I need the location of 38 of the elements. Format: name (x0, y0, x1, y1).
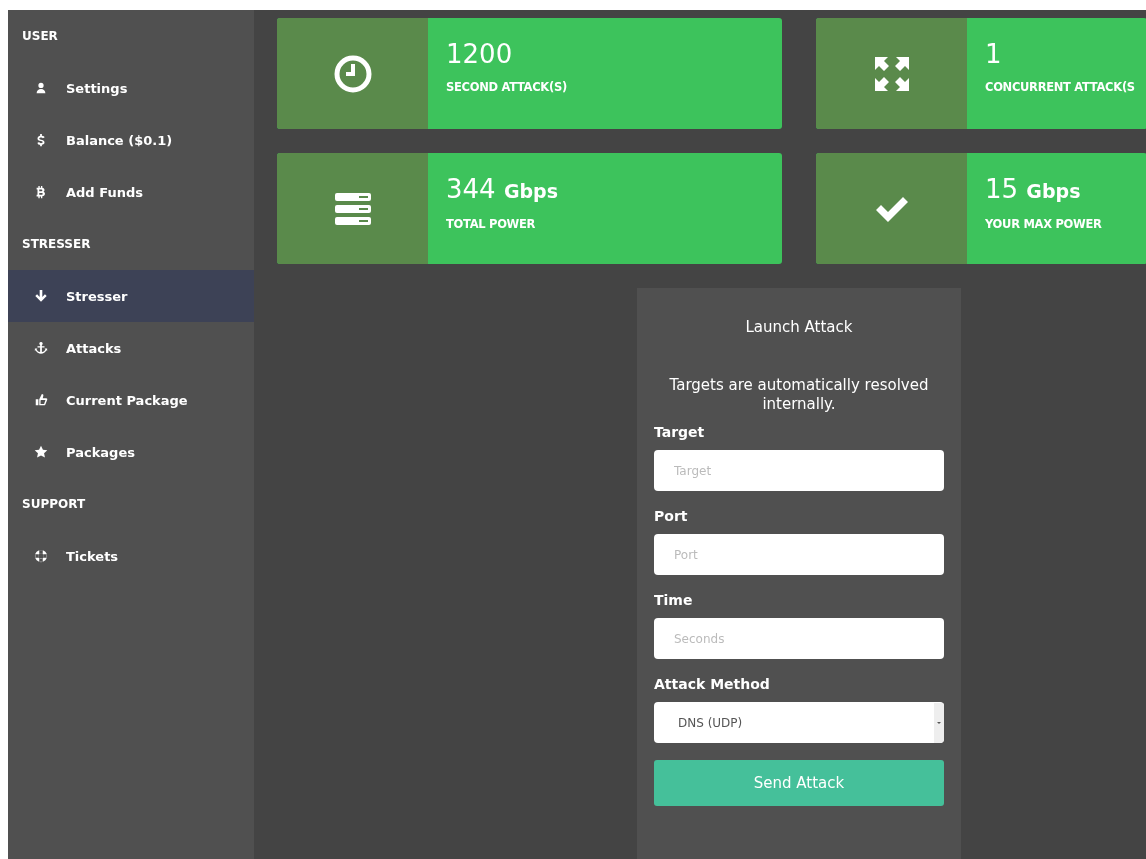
section-heading: SUPPORT (22, 496, 86, 513)
section-heading: STRESSER (22, 236, 91, 253)
down-arrow-icon (34, 289, 48, 303)
sidebar-item[interactable]: Packages (8, 426, 254, 478)
sidebar-item[interactable]: Add Funds (8, 166, 254, 218)
sidebar-item[interactable]: Balance ($0.1) (8, 114, 254, 166)
life-ring-icon (34, 549, 48, 563)
sidebar-item[interactable]: Settings (8, 62, 254, 114)
sidebar-item[interactable]: Stresser (8, 270, 254, 322)
method-dropdown[interactable]: DNS (UDP) (654, 702, 944, 743)
sidebar-item[interactable]: Tickets (8, 530, 254, 582)
section-heading: USER (22, 28, 58, 45)
clock-icon (332, 53, 373, 94)
field-label: Port (654, 508, 689, 524)
input-field[interactable]: Port (654, 534, 944, 575)
stat-value: 344 Gbps (446, 173, 558, 206)
stat-label: SECOND ATTACK(S) (446, 80, 567, 94)
thumbs-up-icon (34, 393, 48, 407)
user-icon (34, 81, 48, 95)
field-label: Time (654, 592, 694, 608)
star-icon (34, 445, 48, 459)
input-field[interactable]: Target (654, 450, 944, 491)
sidebar-item[interactable]: Attacks (8, 322, 254, 374)
stat-label: CONCURRENT ATTACK(S (985, 80, 1135, 94)
stat-value: 1 (985, 38, 1003, 70)
input-field[interactable]: Seconds (654, 618, 944, 659)
stat-value: 15 Gbps (985, 173, 1082, 206)
stat-label: YOUR MAX POWER (985, 217, 1102, 231)
field-label: Attack Method (654, 676, 771, 692)
sidebar-item[interactable]: Current Package (8, 374, 254, 426)
form-title: Launch Attack (744, 318, 854, 336)
caret-icon (934, 702, 944, 743)
bitcoin-icon (34, 185, 48, 199)
form-note: Targets are automatically resolved internally. (668, 376, 930, 414)
stat-value: 1200 (446, 38, 514, 70)
field-label: Target (654, 424, 706, 440)
stat-label: TOTAL POWER (446, 217, 537, 231)
anchor-icon (34, 341, 48, 355)
